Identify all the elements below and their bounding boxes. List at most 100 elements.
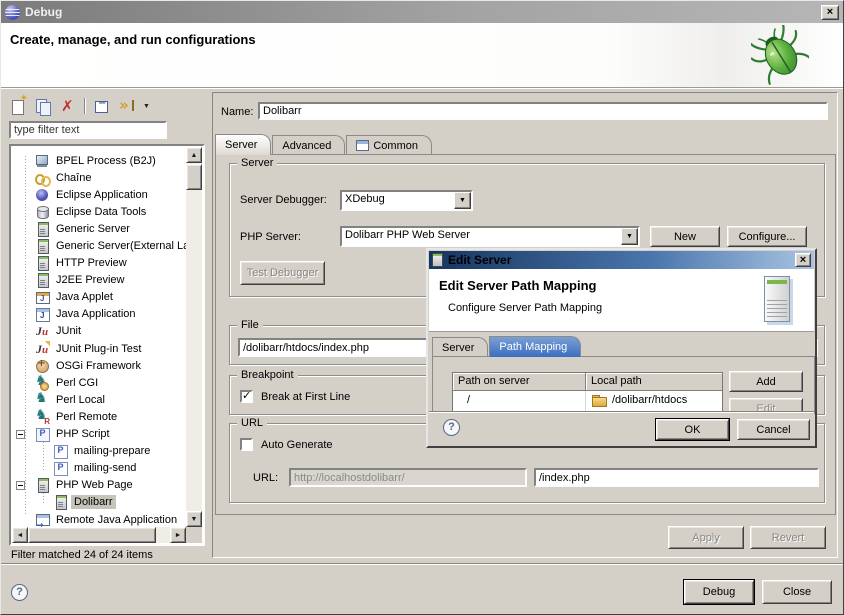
tab-server[interactable]: Server <box>215 134 271 155</box>
server-icon <box>34 238 50 254</box>
tree-item-label: JUnit <box>53 324 84 338</box>
tree-item-label: Dolibarr <box>71 495 116 509</box>
scroll-right-icon[interactable]: ► <box>170 527 186 543</box>
new-server-button[interactable]: New <box>650 226 720 247</box>
dialog-titlebar: Edit Server × <box>429 251 814 269</box>
config-tree-rows: BPEL Process (B2J)Chaîne Eclipse Applicat… <box>12 146 186 527</box>
java-applet-icon <box>34 289 50 305</box>
tree-item-cha-ne[interactable]: Chaîne <box>12 169 186 186</box>
add-mapping-button[interactable]: Add <box>729 371 803 392</box>
url-path-input[interactable] <box>534 468 819 487</box>
php-script-icon <box>34 426 50 442</box>
tree-item-label: mailing-prepare <box>71 444 153 458</box>
chevron-down-icon[interactable]: ▼ <box>454 192 471 209</box>
server-debugger-label: Server Debugger: <box>240 194 327 206</box>
tab-common[interactable]: Common <box>346 135 432 155</box>
toolbar-separator <box>84 98 86 114</box>
name-input[interactable] <box>258 102 828 120</box>
chevron-down-icon[interactable]: ▼ <box>621 228 638 245</box>
scroll-up-icon[interactable]: ▲ <box>186 147 202 163</box>
breakpoint-group-legend: Breakpoint <box>237 369 298 381</box>
server-group-legend: Server <box>237 157 277 169</box>
tree-item-junit-plug-in-test[interactable]: JUnit Plug-in Test <box>12 340 186 357</box>
banner: Create, manage, and run configurations <box>1 23 843 88</box>
tree-vertical-scrollbar[interactable]: ▲ ▼ <box>186 147 202 527</box>
tree-item-remote-java-application[interactable]: Remote Java Application <box>12 511 186 527</box>
tree-item-eclipse-application[interactable]: Eclipse Application <box>12 186 186 203</box>
tab-label: Server <box>442 342 474 354</box>
tree-item-java-application[interactable]: Java Application <box>12 306 186 323</box>
tree-item-perl-local[interactable]: Perl Local <box>12 391 186 408</box>
tree-item-generic-server[interactable]: Generic Server <box>12 220 186 237</box>
cancel-button[interactable]: Cancel <box>737 419 810 440</box>
php-server-select[interactable]: Dolibarr PHP Web Server ▼ <box>340 226 640 247</box>
tree-item-j2ee-preview[interactable]: J2EE Preview <box>12 272 186 289</box>
tree-item-dolibarr[interactable]: Dolibarr <box>12 494 186 511</box>
column-header-local-path[interactable]: Local path <box>586 373 722 391</box>
break-first-line-label: Break at First Line <box>261 391 350 403</box>
collapse-toggle-icon[interactable] <box>16 481 25 490</box>
tree-item-perl-cgi[interactable]: Perl CGI <box>12 374 186 391</box>
tree-item-mailing-prepare[interactable]: mailing-prepare <box>12 443 186 460</box>
tree-item-label: Perl Local <box>53 393 108 407</box>
dialog-help-icon[interactable]: ? <box>443 419 460 436</box>
dialog-close-button[interactable]: × <box>795 253 811 267</box>
tree-item-perl-remote[interactable]: Perl Remote <box>12 408 186 425</box>
auto-generate-checkbox[interactable] <box>240 438 253 451</box>
duplicate-config-icon[interactable] <box>34 97 52 115</box>
dropdown-caret-icon[interactable]: ▼ <box>143 97 153 115</box>
debug-button[interactable]: Debug <box>684 580 754 604</box>
window-close-button[interactable]: × <box>821 5 839 20</box>
perl-icon <box>34 392 50 408</box>
column-header-path-on-server[interactable]: Path on server <box>453 373 586 391</box>
footer-divider <box>1 563 843 565</box>
help-icon[interactable]: ? <box>11 584 28 601</box>
path-mapping-tab-content: Path on server Local path //dolibarr/htd… <box>432 356 815 414</box>
tree-item-eclipse-data-tools[interactable]: Eclipse Data Tools <box>12 203 186 220</box>
tab-advanced[interactable]: Advanced <box>272 135 345 155</box>
tree-item-label: OSGi Framework <box>53 359 144 373</box>
scroll-left-icon[interactable]: ◄ <box>12 527 28 543</box>
new-config-icon[interactable] <box>9 97 27 115</box>
collapse-all-icon[interactable] <box>93 97 111 115</box>
tab-label: Server <box>225 139 257 151</box>
tree-item-label: Remote Java Application <box>53 513 180 527</box>
delete-config-icon[interactable] <box>59 97 77 115</box>
tree-item-junit[interactable]: JUnit <box>12 323 186 340</box>
break-first-line-checkbox[interactable] <box>240 390 253 403</box>
tree-item-php-web-page[interactable]: PHP Web Page <box>12 477 186 494</box>
tree-item-mailing-send[interactable]: mailing-send <box>12 460 186 477</box>
tree-item-label: Generic Server(External La <box>53 239 186 253</box>
tree-item-http-preview[interactable]: HTTP Preview <box>12 255 186 272</box>
tab-label: Common <box>373 140 418 152</box>
scroll-down-icon[interactable]: ▼ <box>186 511 202 527</box>
server-debugger-select[interactable]: XDebug ▼ <box>340 190 473 211</box>
vertical-scroll-thumb[interactable] <box>186 164 202 190</box>
filter-status: Filter matched 24 of 24 items <box>11 549 153 561</box>
filter-input[interactable] <box>9 121 167 139</box>
horizontal-scroll-thumb[interactable] <box>28 527 156 543</box>
junit-plugin-icon <box>34 341 50 357</box>
tree-item-bpel-process-b2j[interactable]: BPEL Process (B2J) <box>12 152 186 169</box>
php-web-server-icon <box>52 494 68 510</box>
mapping-row[interactable]: //dolibarr/htdocs <box>453 391 722 409</box>
dialog-tab-path-mapping[interactable]: Path Mapping <box>489 336 581 357</box>
tree-item-osgi-framework[interactable]: OSGi Framework <box>12 357 186 374</box>
bug-icon <box>751 25 809 88</box>
tree-item-php-script[interactable]: PHP Script <box>12 426 186 443</box>
filter-icon[interactable] <box>118 97 136 115</box>
close-button[interactable]: Close <box>762 580 832 604</box>
dialog-tab-server[interactable]: Server <box>432 337 488 357</box>
base-url-input <box>289 468 527 487</box>
tree-horizontal-scrollbar[interactable]: ◄ ► <box>12 527 186 543</box>
ok-button[interactable]: OK <box>656 419 729 440</box>
config-toolbar: ▼ <box>9 95 153 117</box>
configure-server-button[interactable]: Configure... <box>727 226 807 247</box>
bpel-process-icon <box>34 153 50 169</box>
collapse-toggle-icon[interactable] <box>16 430 25 439</box>
tree-item-label: Eclipse Application <box>53 188 151 202</box>
tree-item-java-applet[interactable]: Java Applet <box>12 289 186 306</box>
tab-label: Advanced <box>282 140 331 152</box>
tree-item-label: JUnit Plug-in Test <box>53 342 144 356</box>
tree-item-generic-server-external-la[interactable]: Generic Server(External La <box>12 237 186 254</box>
